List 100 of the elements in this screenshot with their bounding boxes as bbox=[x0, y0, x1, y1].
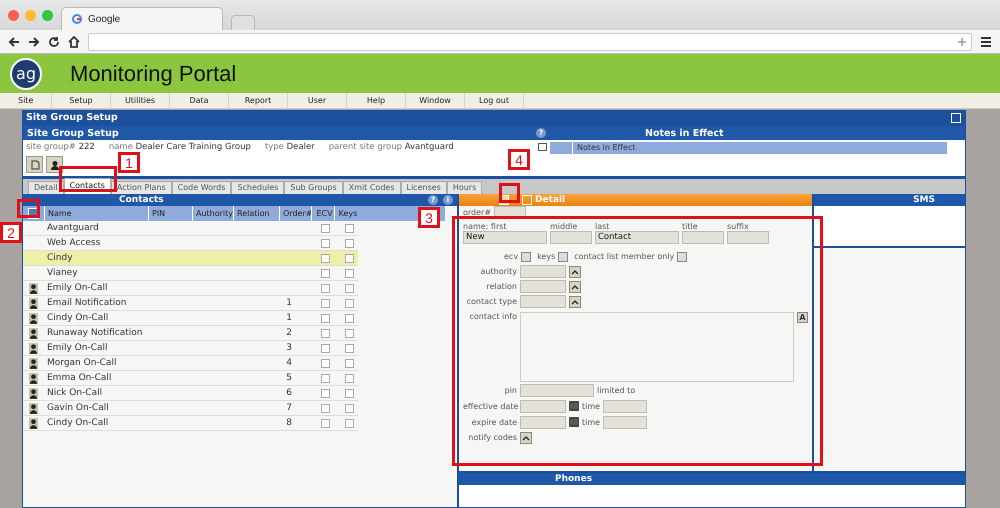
date-field[interactable] bbox=[520, 416, 566, 428]
checkbox[interactable] bbox=[321, 358, 330, 368]
contact-row[interactable]: Email Notification 1 bbox=[23, 296, 358, 311]
checkbox[interactable] bbox=[321, 374, 330, 382]
contact-row[interactable]: Runaway Notification 2 bbox=[23, 326, 358, 341]
menu-item[interactable]: Window bbox=[406, 93, 465, 108]
tab[interactable]: Xmit Codes bbox=[342, 181, 400, 194]
name-field[interactable]: Contact bbox=[595, 231, 679, 244]
menu-item[interactable]: Utilities bbox=[111, 93, 170, 108]
checkbox[interactable] bbox=[321, 328, 330, 338]
menu-item[interactable]: Site bbox=[0, 93, 52, 108]
checkbox[interactable] bbox=[344, 254, 354, 262]
tab[interactable]: Sub Groups bbox=[284, 181, 343, 194]
checkbox[interactable] bbox=[321, 268, 330, 278]
tab[interactable]: Code Words bbox=[172, 181, 232, 194]
checkbox[interactable] bbox=[321, 418, 330, 428]
menu-icon[interactable] bbox=[980, 36, 992, 48]
close-window-icon[interactable] bbox=[8, 10, 19, 20]
minimize-window-icon[interactable] bbox=[25, 10, 36, 20]
checkbox[interactable] bbox=[344, 314, 354, 322]
contact-row[interactable]: Gavin On-Call 7 bbox=[23, 401, 358, 416]
contact-row[interactable]: Cindy On-Call 8 bbox=[23, 416, 358, 431]
caret-button[interactable] bbox=[520, 432, 532, 444]
contact-info-field[interactable] bbox=[520, 312, 794, 382]
time-field[interactable] bbox=[603, 416, 648, 428]
column-header[interactable]: Relation bbox=[233, 206, 279, 221]
checkbox[interactable] bbox=[344, 284, 354, 292]
reload-icon[interactable] bbox=[48, 36, 60, 48]
checkbox[interactable] bbox=[344, 418, 354, 428]
contact-row[interactable]: Cindy bbox=[23, 251, 358, 266]
checkbox[interactable] bbox=[558, 252, 568, 262]
plus-icon[interactable] bbox=[957, 36, 967, 46]
checkbox[interactable] bbox=[321, 284, 330, 292]
name-field[interactable] bbox=[550, 231, 592, 244]
zoom-window-icon[interactable] bbox=[42, 10, 53, 20]
contact-row[interactable]: Emma On-Call 5 bbox=[23, 371, 358, 386]
contact-row[interactable]: Morgan On-Call 4 bbox=[23, 356, 358, 371]
pin-field[interactable] bbox=[520, 384, 594, 397]
checkbox[interactable] bbox=[344, 224, 354, 232]
checkbox[interactable] bbox=[344, 298, 354, 308]
name-field[interactable] bbox=[727, 231, 769, 244]
checkbox[interactable] bbox=[344, 268, 354, 278]
checkbox[interactable] bbox=[344, 388, 354, 398]
menu-item[interactable]: User bbox=[288, 93, 347, 108]
name-field[interactable]: New bbox=[463, 231, 547, 244]
checkbox[interactable] bbox=[321, 404, 330, 412]
font-button[interactable]: A bbox=[797, 312, 808, 323]
person-button[interactable] bbox=[46, 156, 63, 173]
checkbox[interactable] bbox=[321, 344, 330, 352]
contact-row[interactable]: Avantguard bbox=[23, 221, 358, 236]
column-header[interactable]: Keys bbox=[334, 206, 358, 221]
back-icon[interactable] bbox=[8, 36, 20, 48]
column-header[interactable]: Name bbox=[44, 206, 148, 221]
home-icon[interactable] bbox=[68, 36, 80, 48]
menu-item[interactable]: Data bbox=[170, 93, 229, 108]
caret-button[interactable] bbox=[569, 296, 581, 308]
address-field[interactable] bbox=[88, 32, 972, 50]
checkbox[interactable] bbox=[321, 238, 330, 248]
name-field[interactable] bbox=[682, 231, 724, 244]
contact-row[interactable]: Nick On-Call 6 bbox=[23, 386, 358, 401]
menu-item[interactable]: Setup bbox=[52, 93, 111, 108]
checkbox[interactable] bbox=[521, 252, 532, 262]
checkbox[interactable] bbox=[344, 238, 354, 248]
calendar-icon[interactable] bbox=[569, 417, 579, 427]
tab[interactable]: Schedules bbox=[231, 181, 284, 194]
close-icon[interactable] bbox=[951, 112, 961, 122]
forward-icon[interactable] bbox=[28, 36, 40, 48]
column-header[interactable]: Authority bbox=[192, 206, 233, 221]
checkbox[interactable] bbox=[344, 374, 354, 382]
checkbox[interactable] bbox=[321, 224, 330, 232]
checkbox[interactable] bbox=[344, 344, 354, 352]
checkbox[interactable] bbox=[344, 358, 354, 368]
menu-item[interactable]: Report bbox=[229, 93, 288, 108]
tab[interactable]: Detail bbox=[28, 181, 64, 194]
browser-tab[interactable]: Google bbox=[61, 7, 223, 30]
contact-row[interactable]: Cindy On-Call 1 bbox=[23, 311, 358, 326]
checkbox[interactable] bbox=[344, 404, 354, 412]
tab[interactable]: Hours bbox=[446, 181, 482, 194]
column-header[interactable]: PIN bbox=[148, 206, 192, 221]
checkbox[interactable] bbox=[321, 298, 330, 308]
menu-item[interactable]: Help bbox=[347, 93, 406, 108]
calendar-icon[interactable] bbox=[569, 401, 579, 411]
note-icon[interactable] bbox=[538, 143, 547, 151]
contact-row[interactable]: Emily On-Call 3 bbox=[23, 341, 358, 356]
tab[interactable]: Action Plans bbox=[110, 181, 172, 194]
contact-row[interactable]: Vianey bbox=[23, 266, 358, 281]
checkbox[interactable] bbox=[344, 328, 354, 338]
date-field[interactable] bbox=[520, 400, 566, 412]
tab[interactable]: Licenses bbox=[400, 181, 447, 194]
checkbox[interactable] bbox=[321, 254, 330, 262]
select-field[interactable] bbox=[520, 295, 566, 308]
select-field[interactable] bbox=[520, 265, 566, 278]
checkbox[interactable] bbox=[321, 314, 330, 322]
checkbox[interactable] bbox=[677, 252, 688, 262]
column-header[interactable]: ECV bbox=[311, 206, 334, 221]
select-field[interactable] bbox=[520, 280, 566, 293]
checkbox[interactable] bbox=[321, 388, 330, 398]
time-field[interactable] bbox=[603, 400, 648, 412]
caret-button[interactable] bbox=[569, 266, 581, 278]
contact-row[interactable]: Emily On-Call bbox=[23, 281, 358, 296]
